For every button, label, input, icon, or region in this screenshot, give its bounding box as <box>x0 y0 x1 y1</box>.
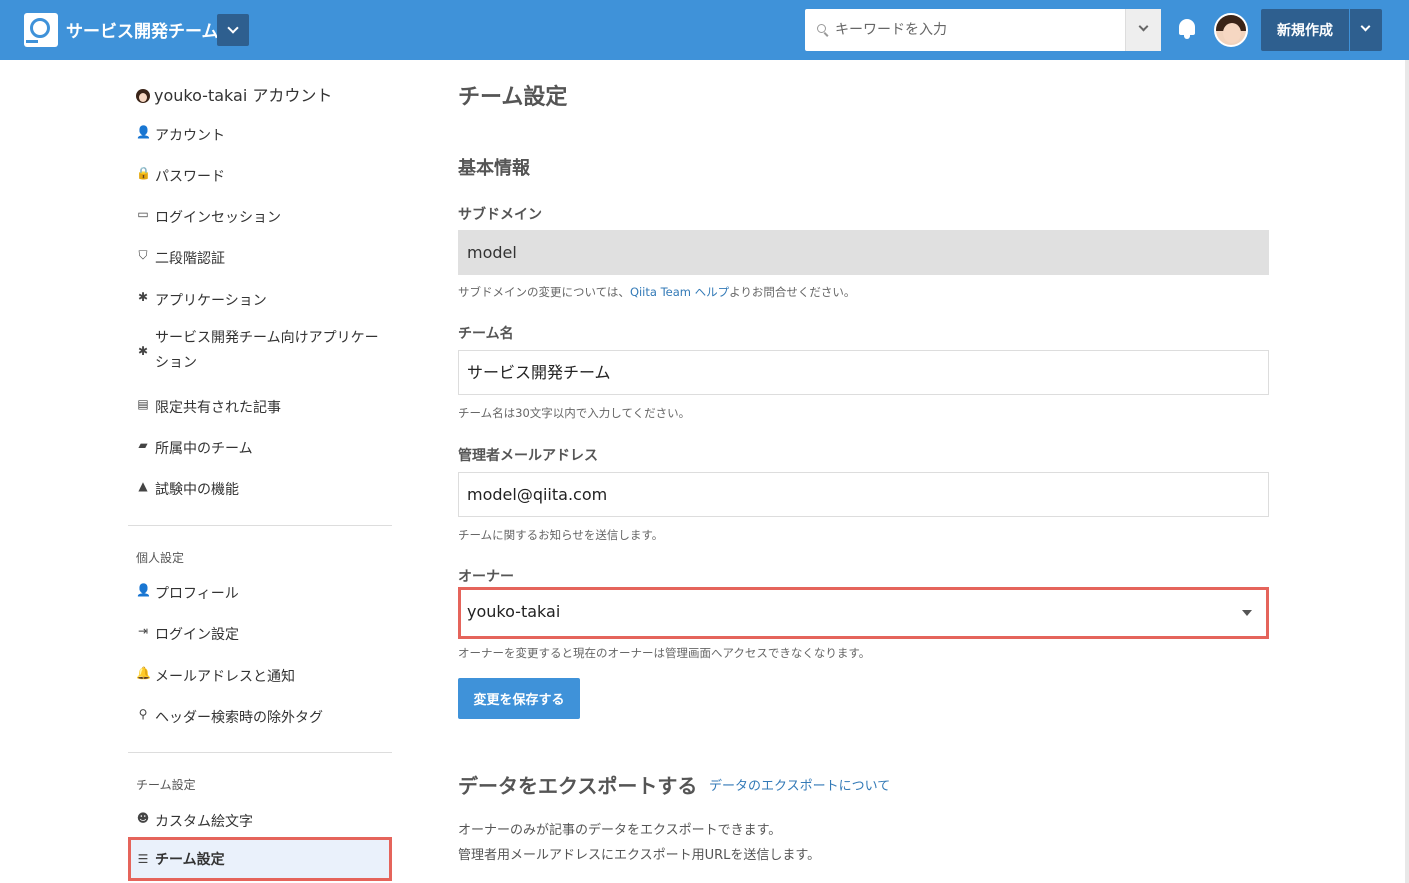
subdomain-hint: サブドメインの変更については、Qiita Team ヘルプよりお問合せください。 <box>458 285 856 299</box>
owner-label: オーナー <box>458 569 514 585</box>
sidebar-item-experimental[interactable]: ▲ 試験中の機能 <box>136 479 239 499</box>
sidebar-account-title: youko-takai アカウント <box>136 82 332 106</box>
smile-icon: ☻ <box>136 811 150 825</box>
team-name-label: チーム名 <box>458 326 514 342</box>
sidebar-item-custom-emoji[interactable]: ☻ カスタム絵文字 <box>136 811 253 831</box>
team-switcher-button[interactable] <box>217 14 249 46</box>
owner-select[interactable]: youko-takai <box>458 587 1269 639</box>
page-title: チーム設定 <box>458 85 568 110</box>
avatar[interactable] <box>1214 13 1248 47</box>
sidebar-item-shared-articles[interactable]: ▤ 限定共有された記事 <box>136 397 281 417</box>
sidebar-item-profile[interactable]: 👤 プロフィール <box>136 583 239 603</box>
basic-info-heading: 基本情報 <box>458 158 530 179</box>
export-heading: データをエクスポートする <box>458 774 698 798</box>
sliders-icon: ☰ <box>137 852 149 866</box>
top-header: サービス開発チーム 新規作成 <box>0 0 1409 60</box>
search-icon <box>817 24 826 33</box>
page-scrollbar[interactable] <box>1405 60 1409 883</box>
user-icon: 👤 <box>136 583 151 597</box>
qiita-team-logo-icon[interactable] <box>24 13 58 47</box>
save-changes-button[interactable]: 変更を保存する <box>458 678 580 719</box>
login-icon: ⇥ <box>137 624 149 638</box>
avatar-icon <box>136 89 150 103</box>
sidebar-item-teams[interactable]: ▰ 所属中のチーム <box>136 438 252 458</box>
bell-icon: 🔔 <box>136 666 151 680</box>
qiita-team-help-link[interactable]: Qiita Team ヘルプ <box>630 285 729 299</box>
sidebar-item-login-sessions[interactable]: ▭ ログインセッション <box>136 207 281 227</box>
sidebar-item-team-settings[interactable]: ☰ チーム設定 <box>128 837 392 881</box>
puzzle-icon: ✱ <box>137 344 149 358</box>
document-icon: ▤ <box>137 397 149 411</box>
team-icon: ▰ <box>138 438 148 452</box>
search-box <box>805 9 1161 51</box>
team-name[interactable]: サービス開発チーム <box>66 17 219 42</box>
search-options-button[interactable] <box>1125 9 1161 51</box>
sidebar-item-login-settings[interactable]: ⇥ ログイン設定 <box>136 624 239 644</box>
chevron-down-icon <box>1360 21 1371 32</box>
sidebar-divider <box>128 752 392 753</box>
export-description-1: オーナーのみが記事のデータをエクスポートできます。 <box>458 823 782 838</box>
new-post-dropdown-button[interactable] <box>1350 9 1382 51</box>
admin-email-field[interactable]: model@qiita.com <box>458 472 1269 517</box>
personal-settings-heading: 個人設定 <box>136 551 185 565</box>
sidebar-item-account[interactable]: 👤 アカウント <box>136 125 225 145</box>
export-help-link[interactable]: データのエクスポートについて <box>709 775 890 794</box>
caret-down-icon <box>1242 610 1252 616</box>
sidebar-item-applications[interactable]: ✱ アプリケーション <box>136 290 267 310</box>
sidebar-item-two-factor[interactable]: ⛉ 二段階認証 <box>136 248 225 268</box>
subdomain-field: model <box>458 230 1269 275</box>
owner-hint: オーナーを変更すると現在のオーナーは管理画面へアクセスできなくなります。 <box>458 646 871 660</box>
sidebar-item-email-notifications[interactable]: 🔔 メールアドレスと通知 <box>136 666 295 686</box>
owner-selected-value: youko-takai <box>467 602 561 621</box>
bell-icon[interactable] <box>1177 17 1197 41</box>
shield-icon: ⛉ <box>138 248 148 262</box>
devices-icon: ▭ <box>137 207 149 221</box>
admin-email-label: 管理者メールアドレス <box>458 448 598 464</box>
admin-email-hint: チームに関するお知らせを送信します。 <box>458 528 664 542</box>
puzzle-icon: ✱ <box>137 290 149 304</box>
chevron-down-icon <box>1138 21 1149 32</box>
lock-icon: 🔒 <box>136 166 151 180</box>
sidebar-item-password[interactable]: 🔒 パスワード <box>136 166 225 186</box>
sidebar-item-team-applications[interactable]: ✱ サービス開発チーム向けアプリケーション <box>136 326 386 376</box>
new-post-button[interactable]: 新規作成 <box>1261 9 1349 51</box>
subdomain-label: サブドメイン <box>458 207 542 223</box>
team-name-hint: チーム名は30文字以内で入力してください。 <box>458 406 691 420</box>
user-icon: 👤 <box>136 125 151 139</box>
search-input[interactable] <box>835 9 1125 51</box>
sidebar-divider <box>128 525 392 526</box>
export-description-2: 管理者用メールアドレスにエクスポート用URLを送信します。 <box>458 848 821 863</box>
sidebar-item-excluded-tags[interactable]: ⚲ ヘッダー検索時の除外タグ <box>136 707 323 727</box>
flask-icon: ▲ <box>138 479 148 493</box>
team-settings-heading: チーム設定 <box>136 778 196 792</box>
search-tag-icon: ⚲ <box>138 707 148 721</box>
chevron-down-icon <box>227 22 239 34</box>
team-name-field[interactable]: サービス開発チーム <box>458 350 1269 395</box>
